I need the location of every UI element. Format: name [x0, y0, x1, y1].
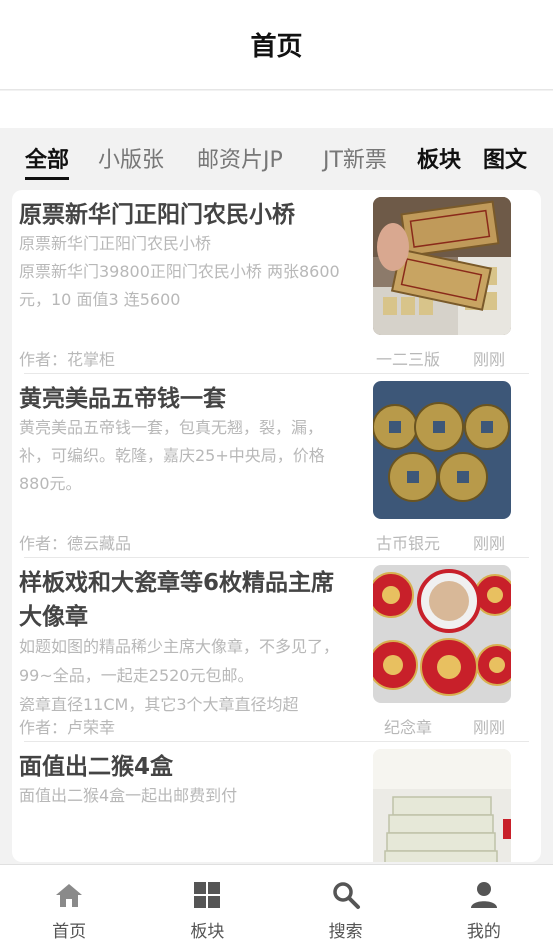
nav-home[interactable]: 首页: [0, 865, 138, 950]
app-header: 首页: [0, 0, 553, 90]
post-card[interactable]: 原票新华门正阳门农民小桥 原票新华门正阳门农民小桥 原票新华门39800正阳门农…: [12, 190, 541, 374]
post-description: 原票新华门正阳门农民小桥 原票新华门39800正阳门农民小桥 两张8600 元，…: [19, 234, 340, 309]
post-thumbnail: [373, 381, 511, 519]
post-thumbnail: [373, 197, 511, 335]
post-title: 面值出二猴4盒: [19, 754, 174, 780]
nav-sections[interactable]: 板块: [138, 865, 276, 950]
nav-label: 我的: [466, 922, 501, 942]
post-description: 面值出二猴4盒一起出邮费到付: [19, 786, 238, 805]
post-category: 一二三版: [375, 350, 440, 369]
post-title: 样板戏和大瓷章等6枚精品主席大像章: [19, 570, 335, 630]
post-feed: 原票新华门正阳门农民小桥 原票新华门正阳门农民小桥 原票新华门39800正阳门农…: [12, 190, 541, 862]
post-time: 刚刚: [472, 718, 505, 737]
post-description: 黄亮美品五帝钱一套，包真无翘，裂，漏，补，可编织。乾隆，嘉庆25+中央局，价格8…: [19, 418, 325, 493]
nav-profile[interactable]: 我的: [415, 865, 553, 950]
grid-icon: [194, 882, 221, 908]
post-category: 古币银元: [375, 534, 440, 553]
bottom-navigation: 首页 板块 搜索 我的: [0, 864, 553, 950]
post-title: 原票新华门正阳门农民小桥: [19, 202, 295, 228]
post-description: 如题如图的精品稀少主席大像章，不多见了，99~全品，一起走2520元包邮。 瓷章…: [19, 637, 340, 714]
post-time: 刚刚: [472, 534, 505, 553]
tab-mini-sheet[interactable]: 小版张: [98, 142, 164, 174]
post-author: 作者：德云藏品: [19, 534, 132, 553]
search-icon: [332, 882, 360, 909]
post-title: 黄亮美品五帝钱一套: [19, 386, 226, 412]
post-thumbnail: [373, 565, 511, 703]
tab-all[interactable]: 全部: [25, 142, 70, 180]
nav-search[interactable]: 搜索: [277, 865, 415, 950]
tab-postal-card[interactable]: 邮资片JP: [197, 142, 283, 174]
category-tabs: 全部 小版张 邮资片JP JT新票 板块 图文: [0, 128, 553, 190]
post-thumbnail: [373, 749, 511, 862]
nav-label: 搜索: [328, 922, 363, 942]
nav-label: 首页: [52, 922, 87, 942]
post-card[interactable]: 样板戏和大瓷章等6枚精品主席大像章 如题如图的精品稀少主席大像章，不多见了，99…: [12, 558, 541, 742]
tab-jt-stamps[interactable]: JT新票: [323, 142, 387, 174]
home-icon: [56, 884, 83, 907]
page-title: 首页: [250, 32, 303, 62]
person-icon: [470, 882, 497, 908]
header-spacer: [0, 91, 553, 128]
tab-image-text[interactable]: 图文: [483, 142, 527, 174]
post-category: 纪念章: [383, 718, 432, 737]
post-author: 作者：卢荣幸: [19, 714, 116, 738]
post-card[interactable]: 黄亮美品五帝钱一套 黄亮美品五帝钱一套，包真无翘，裂，漏，补，可编织。乾隆，嘉庆…: [12, 374, 541, 558]
post-author: 作者：花掌柜: [19, 350, 116, 369]
post-time: 刚刚: [472, 350, 505, 369]
tab-sections[interactable]: 板块: [417, 142, 461, 174]
nav-label: 板块: [190, 922, 225, 942]
post-card[interactable]: 面值出二猴4盒 面值出二猴4盒一起出邮费到付: [12, 742, 541, 862]
